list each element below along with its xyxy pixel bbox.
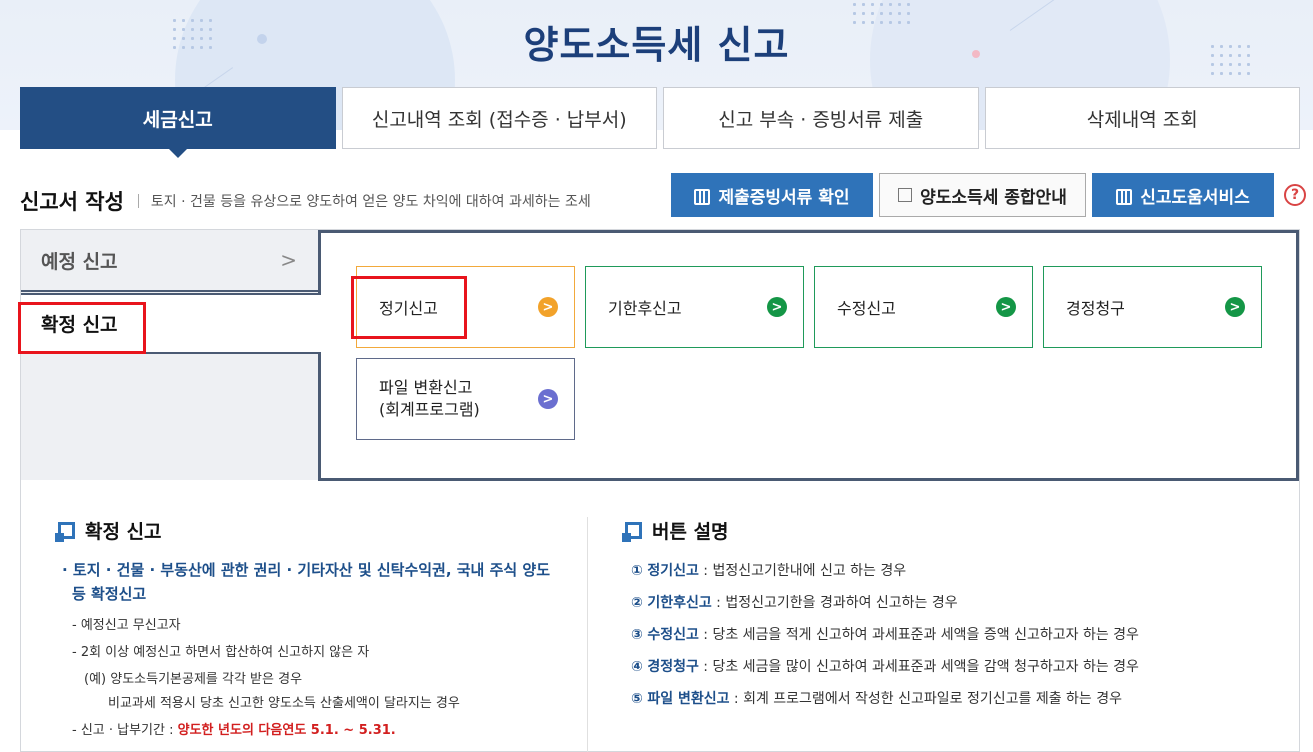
arrow-right-icon: > [996,297,1016,317]
tab-deleted-history[interactable]: 삭제내역 조회 [984,87,1300,149]
info-buttons-title-text: 버튼 설명 [652,521,729,543]
row-desc: : 회계 프로그램에서 작성한 신고파일로 정기신고를 제출 하는 경우 [729,691,1122,707]
arrow-right-icon: > [538,389,558,409]
info-buttons-title: 버튼 설명 [622,517,729,544]
info-item: - 예정신고 무신고자 [72,618,181,633]
arrow-right-icon: > [538,297,558,317]
row-desc: : 당초 세금을 적게 신고하여 과세표준과 세액을 증액 신고하고자 하는 경… [698,627,1139,643]
info-final-title: 확정 신고 [55,517,162,544]
info-item: - 2회 이상 예정신고 하면서 합산하여 신고하지 않은 자 [72,645,370,660]
nav-preliminary-filing[interactable]: 예정 신고 > [21,230,319,292]
amended-filing-card[interactable]: 수정신고 > [814,266,1033,348]
row-number: ② [631,595,643,611]
tab-filing-history[interactable]: 신고내역 조회 (접수증 · 납부서) [341,87,657,149]
info-item: 비교과세 적용시 당초 신고한 양도소득 산출세액이 달라지는 경우 [108,696,460,711]
help-icon[interactable]: ? [1284,184,1306,206]
evidence-check-button[interactable]: 제출증빙서류 확인 [671,173,873,217]
filing-period-value: 양도한 년도의 다음연도 5.1. ~ 5.31. [177,723,396,738]
main-tabs: 세금신고 신고내역 조회 (접수증 · 납부서) 신고 부속 · 증빙서류 제출… [20,87,1300,158]
tab-tax-filing[interactable]: 세금신고 [20,87,336,158]
book-icon [694,188,711,205]
row-number: ④ [631,659,643,675]
row-number: ⑤ [631,691,643,707]
file-conversion-line2: (회계프로그램) [379,400,480,419]
row-name: 수정신고 [647,627,699,643]
row-name: 경정청구 [647,659,699,675]
button-desc-row: ⑤ 파일 변환신고 : 회계 프로그램에서 작성한 신고파일로 정기신고를 제출… [631,688,1122,708]
square-icon [622,522,642,542]
arrow-right-icon: > [1225,297,1245,317]
page-title: 양도소득세 신고 [523,23,790,67]
row-name: 기한후신고 [647,595,712,611]
top-buttons: 제출증빙서류 확인 양도소득세 종합안내 신고도움서비스 ? [671,173,1306,217]
button-desc-row: ④ 경정청구 : 당초 세금을 많이 신고하여 과세표준과 세액을 감액 청구하… [631,656,1139,676]
row-desc: : 당초 세금을 많이 신고하여 과세표준과 세액을 감액 청구하고자 하는 경… [698,659,1139,675]
chevron-right-icon: > [280,248,297,272]
file-conversion-label: 파일 변환신고 (회계프로그램) [379,377,480,421]
book-icon [1116,188,1133,205]
row-name: 정기신고 [647,563,699,579]
divider [137,194,139,208]
row-number: ① [631,563,643,579]
button-desc-row: ① 정기신고 : 법정신고기한내에 신고 하는 경우 [631,560,906,580]
nav-preliminary-label: 예정 신고 [41,250,118,273]
tax-guide-button[interactable]: 양도소득세 종합안내 [879,173,1086,217]
filing-period-label: - 신고 · 납부기간 : [72,723,178,738]
tab-document-submission[interactable]: 신고 부속 · 증빙서류 제출 [663,87,979,149]
tax-guide-label: 양도소득세 종합안내 [920,187,1067,208]
section-description: 토지 · 건물 등을 유상으로 양도하여 얻은 양도 차익에 대하여 과세하는 … [150,194,591,210]
checkbox-icon [898,188,913,202]
button-desc-row: ③ 수정신고 : 당초 세금을 적게 신고하여 과세표준과 세액을 증액 신고하… [631,624,1139,644]
late-filing-label: 기한후신고 [608,299,682,318]
help-service-label: 신고도움서비스 [1140,187,1250,208]
info-item: (예) 양도소득기본공제를 각각 받은 경우 [84,672,303,687]
file-conversion-line1: 파일 변환신고 [379,378,473,397]
button-desc-row: ② 기한후신고 : 법정신고기한을 경과하여 신고하는 경우 [631,592,958,612]
highlight-box [18,302,146,354]
filing-period: - 신고 · 납부기간 : 양도한 년도의 다음연도 5.1. ~ 5.31. [72,719,396,738]
evidence-check-label: 제출증빙서류 확인 [718,187,850,208]
section-title: 신고서 작성 [20,190,124,214]
row-desc: : 법정신고기한을 경과하여 신고하는 경우 [711,595,958,611]
info-bullet-line2: 등 확정신고 [72,585,147,603]
correction-claim-card[interactable]: 경정청구 > [1043,266,1262,348]
arrow-right-icon: > [767,297,787,317]
correction-claim-label: 경정청구 [1066,299,1125,318]
row-number: ③ [631,627,643,643]
help-service-button[interactable]: 신고도움서비스 [1092,173,1274,217]
info-bullet-line1: · 토지 · 건물 · 부동산에 관한 권리 · 기타자산 및 신탁수익권, 국… [62,561,551,579]
file-conversion-card[interactable]: 파일 변환신고 (회계프로그램) > [356,358,575,440]
highlight-box [351,276,467,339]
info-final-title-text: 확정 신고 [85,521,162,543]
section-header: 신고서 작성 토지 · 건물 등을 유상으로 양도하여 얻은 양도 차익에 대하… [20,186,591,216]
amended-filing-label: 수정신고 [837,299,896,318]
row-desc: : 법정신고기한내에 신고 하는 경우 [698,563,907,579]
row-name: 파일 변환신고 [647,691,730,707]
divider [587,517,588,752]
square-icon [55,522,75,542]
late-filing-card[interactable]: 기한후신고 > [585,266,804,348]
